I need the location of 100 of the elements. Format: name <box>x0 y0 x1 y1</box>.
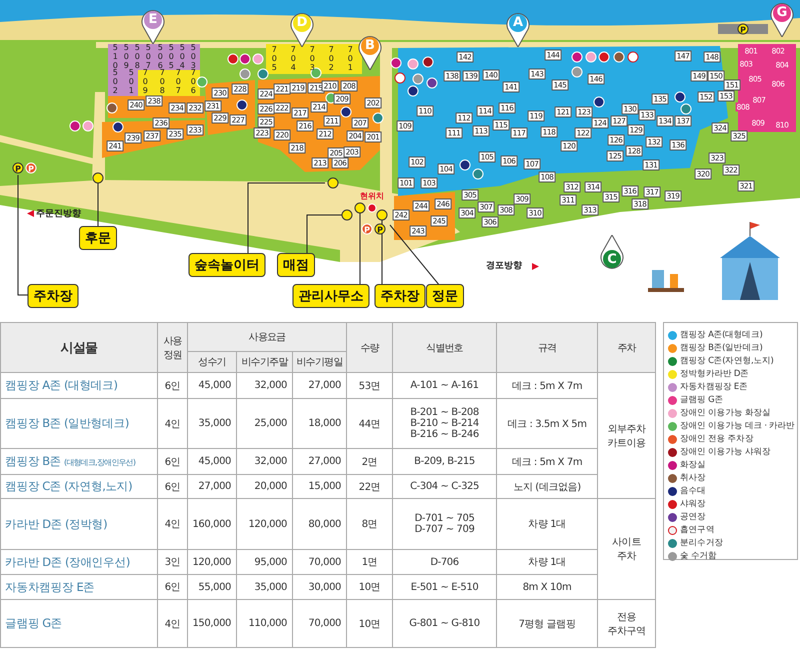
table-cell: 6인 <box>158 448 188 474</box>
table-cell: 55,000 <box>188 574 236 600</box>
table-cell: 110,000 <box>236 600 292 648</box>
legend-label: 화장실 <box>680 459 706 471</box>
site-number: 708 <box>159 68 166 96</box>
site-number: 702 <box>328 46 334 72</box>
legend-label: 정박형카라반 D존 <box>680 368 749 380</box>
direction-label: 경포방향 <box>486 260 522 272</box>
table-cell: D-701 ~ 705 D-707 ~ 709 <box>392 498 497 550</box>
table-cell: C-304 ~ C-325 <box>392 474 497 498</box>
site-number: 707 <box>174 68 180 96</box>
table-cell: 45,000 <box>188 372 236 398</box>
place-label: 숲속놀이터 <box>188 253 266 277</box>
table-cell: 70,000 <box>292 600 347 648</box>
table-cell: 3인 <box>158 550 188 574</box>
column-header: 사용 정원 <box>158 322 188 372</box>
table-cell: 사이트 주차 <box>598 498 656 600</box>
legend-label: 취사장 <box>680 472 706 484</box>
table-cell: 35,000 <box>236 574 292 600</box>
site-number: 503 <box>190 44 196 70</box>
table-cell: 27,000 <box>292 448 347 474</box>
arrow-icon <box>532 263 539 270</box>
site-number: 501 <box>128 68 134 96</box>
place-label: 후문 <box>79 226 117 250</box>
zone-marker: B <box>357 34 383 70</box>
column-header: 수량 <box>346 322 393 372</box>
site-number: 509 <box>122 44 129 70</box>
table-cell: 35,000 <box>188 398 236 448</box>
table-cell: B-201 ~ B-208 B-210 ~ B-214 B-216 ~ B-246 <box>392 398 497 448</box>
column-header: 사용요금 <box>188 322 347 352</box>
table-cell: 8면 <box>346 498 393 550</box>
table-cell: 4인 <box>158 498 188 550</box>
column-header: 비수기주말 <box>236 352 292 372</box>
facility-name: 카라반 D존 (장애인우선) <box>0 550 158 574</box>
table-cell: 22면 <box>346 474 393 498</box>
table-cell: 70,000 <box>292 550 347 574</box>
table-cell: 32,000 <box>236 372 292 398</box>
place-label: 주차장 <box>28 284 78 308</box>
site-number: 506 <box>156 44 162 70</box>
table-cell: 45,000 <box>188 448 236 474</box>
facility-name: 캠핑장 B존 (대형데크,장애인우선) <box>0 448 158 474</box>
facility-name: 자동차캠핑장 E존 <box>0 574 158 600</box>
facility-name: 글램핑 G존 <box>0 600 158 648</box>
site-number: 706 <box>190 68 196 96</box>
table-cell: 10면 <box>346 600 393 648</box>
site-number: 704 <box>290 46 296 72</box>
table-cell: 53면 <box>346 372 393 398</box>
table-cell: 80,000 <box>292 498 347 550</box>
table-cell: 6인 <box>158 474 188 498</box>
legend-label: 음수대 <box>680 485 706 497</box>
legend-label: 자동차캠핑장 E존 <box>680 381 748 393</box>
site-number: 502 <box>112 68 118 96</box>
column-header: 식별번호 <box>392 322 497 372</box>
zone-marker: D <box>289 11 315 47</box>
facility-name: 캠핑장 C존 (자연형,노지) <box>0 474 158 498</box>
table-cell: 15,000 <box>292 474 347 498</box>
table-cell: 44면 <box>346 398 393 448</box>
legend-label: 캠핑장 B존(일반데크) <box>680 342 762 354</box>
table-cell: 차량 1대 <box>496 498 598 550</box>
legend-label: 숯 수거함 <box>680 550 717 562</box>
table-cell: 10면 <box>346 574 393 600</box>
facility-name: 카라반 D존 (정박형) <box>0 498 158 550</box>
table-cell: 95,000 <box>236 550 292 574</box>
site-number: 508 <box>134 44 140 70</box>
table-cell: 160,000 <box>188 498 236 550</box>
place-label: 매점 <box>277 253 315 277</box>
facility-name: 캠핑장 B존 (일반형데크) <box>0 398 158 448</box>
table-cell: 27,000 <box>188 474 236 498</box>
table-cell: 6인 <box>158 372 188 398</box>
table-cell: 데크 : 5m X 7m <box>496 372 598 398</box>
site-number: 701 <box>346 46 354 72</box>
column-header: 성수기 <box>188 352 236 372</box>
table-cell: D-706 <box>392 550 497 574</box>
table-cell: 1면 <box>346 550 393 574</box>
site-number: 705 <box>270 46 278 72</box>
column-header: 주차 <box>598 322 656 372</box>
table-cell: 120,000 <box>188 550 236 574</box>
zone-marker: A <box>505 11 531 47</box>
table-cell: 30,000 <box>292 574 347 600</box>
current-location-dot <box>368 204 376 212</box>
table-cell: 4인 <box>158 600 188 648</box>
table-cell: 6인 <box>158 574 188 600</box>
facility-name: 캠핑장 A존 (대형데크) <box>0 372 158 398</box>
current-location-label: 현위치 <box>360 190 384 202</box>
legend-label: 글램핑 G존 <box>680 394 723 406</box>
table-cell: A-101 ~ A-161 <box>392 372 497 398</box>
legend-label: 공연장 <box>680 511 706 523</box>
legend-label: 장애인 이용가능 화장실 <box>680 407 771 419</box>
table-cell: B-209, B-215 <box>392 448 497 474</box>
site-number: 709 <box>142 68 148 96</box>
table-cell: 전용 주차구역 <box>598 600 656 648</box>
table-cell: 27,000 <box>292 372 347 398</box>
site-number: 504 <box>180 44 186 70</box>
table-cell: 25,000 <box>236 398 292 448</box>
site-number: 703 <box>308 46 316 72</box>
zone-marker: E <box>140 8 166 44</box>
table-cell: 20,000 <box>236 474 292 498</box>
place-label: 정문 <box>426 284 464 308</box>
column-header: 비수기평일 <box>292 352 347 372</box>
zone-marker: G <box>769 1 795 37</box>
